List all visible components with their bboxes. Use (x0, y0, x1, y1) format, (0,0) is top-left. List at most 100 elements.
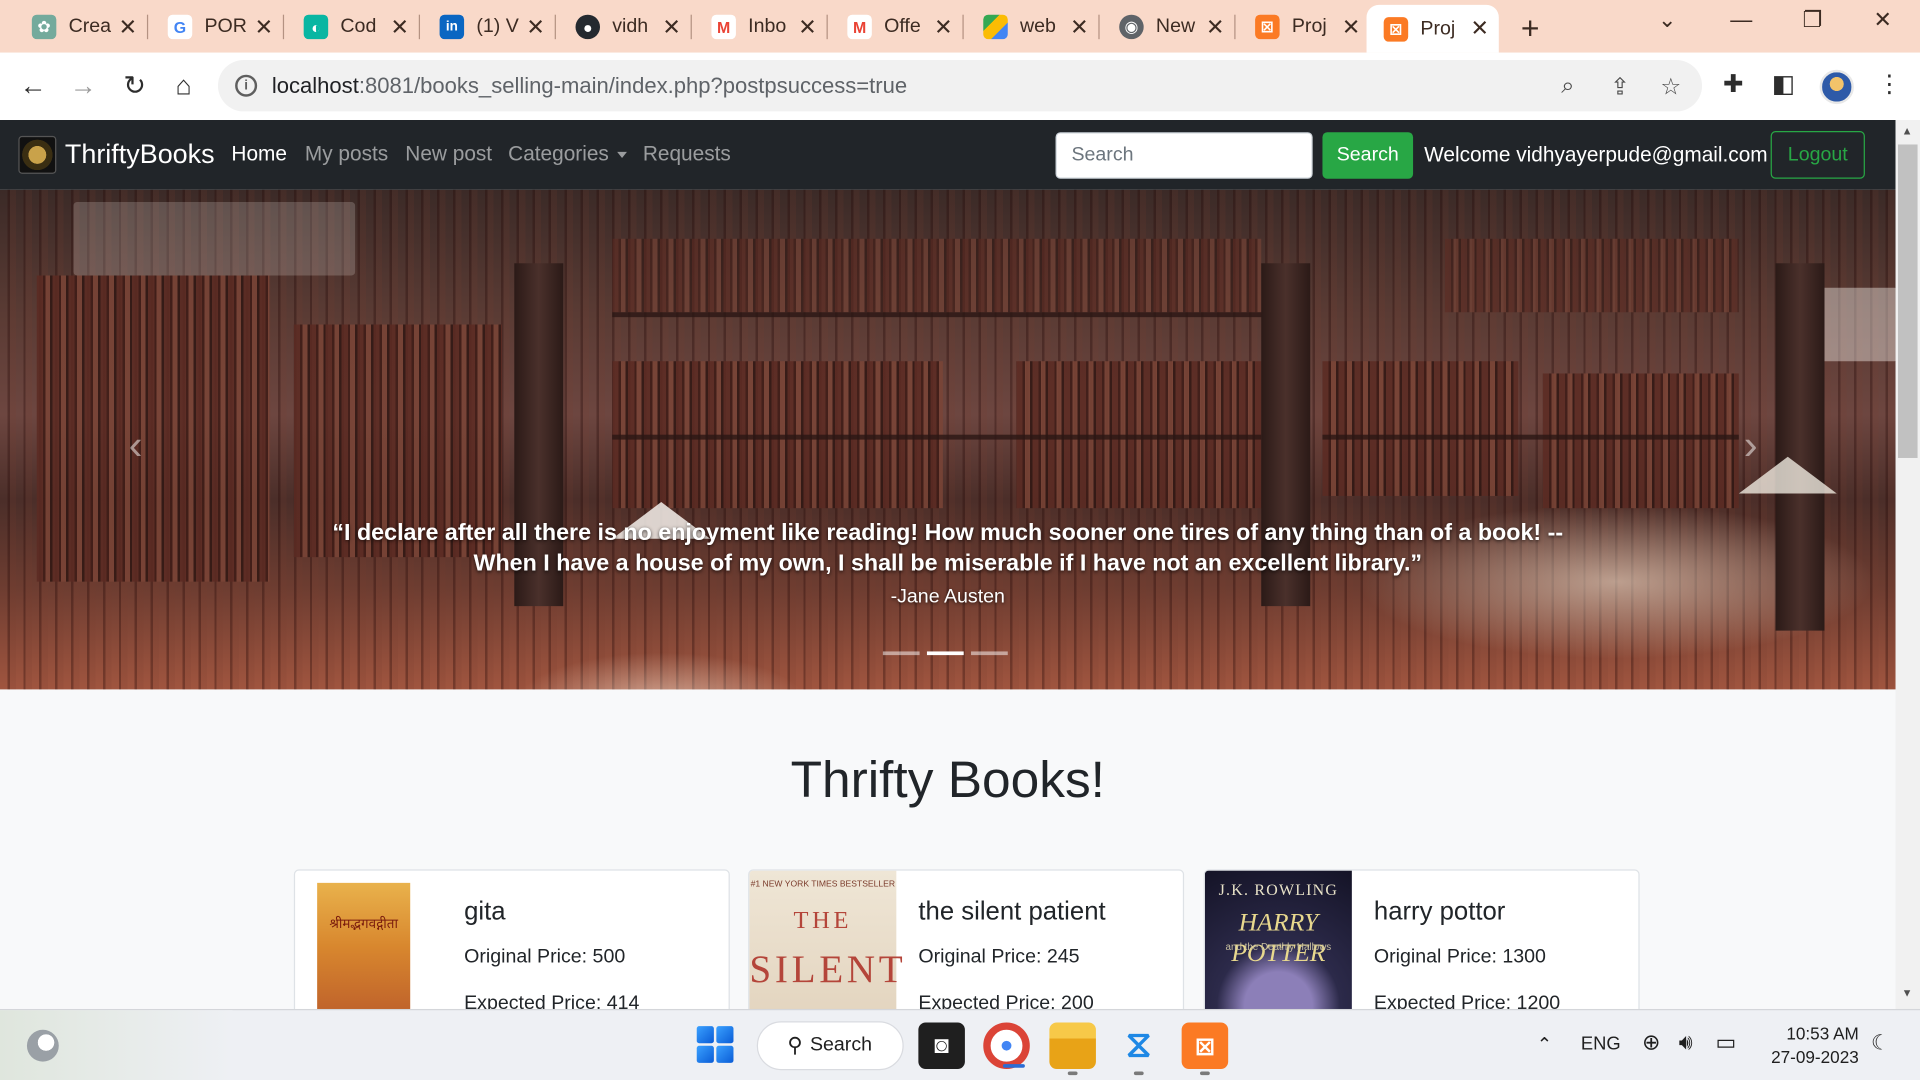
book-cover-image[interactable]: J.K. ROWLING HARRY POTTER and the Deathl… (1204, 870, 1352, 1028)
nav-home[interactable]: Home (231, 142, 287, 166)
site-search-input[interactable] (1055, 132, 1313, 179)
google-icon: G (167, 14, 193, 40)
search-icon: ⚲ (787, 1033, 803, 1057)
vscode-app-icon[interactable]: ⧖ (1116, 1022, 1163, 1076)
codeium-icon: ◐ (303, 14, 329, 40)
new-tab-icon[interactable]: + (1521, 10, 1540, 48)
gmail-icon: M (711, 14, 736, 40)
close-tab-icon[interactable]: ✕ (391, 14, 409, 40)
close-tab-icon[interactable]: ✕ (119, 14, 137, 40)
brand-name[interactable]: ThriftyBooks (65, 138, 215, 170)
taskbar-search[interactable]: ⚲ Search (756, 1021, 904, 1071)
browser-tab[interactable]: ● vidh ✕ (558, 5, 692, 49)
browser-tab[interactable]: M Inbo ✕ (694, 5, 828, 49)
logout-button[interactable]: Logout (1770, 131, 1865, 179)
profile-avatar[interactable] (1819, 69, 1854, 105)
carousel-indicator[interactable] (971, 651, 1008, 656)
chevron-up-icon[interactable]: ⌃ (1537, 1033, 1552, 1056)
close-tab-icon[interactable]: ✕ (662, 14, 680, 40)
nav-categories-dropdown[interactable]: Categories (508, 142, 628, 166)
book-cover-image[interactable]: श्रीमद्भगवद्गीता (317, 882, 411, 1028)
browser-tab[interactable]: ◐ Cod ✕ (287, 5, 421, 49)
battery-icon[interactable]: ▭ (1716, 1030, 1737, 1056)
tab-title: POR (204, 15, 247, 37)
book-card[interactable]: श्रीमद्भगवद्गीता gita Original Price: 50… (293, 869, 730, 1029)
google-drive-icon (983, 14, 1008, 40)
forward-icon[interactable]: → (65, 67, 102, 104)
menu-kebab-icon[interactable]: ⋮ (1877, 69, 1901, 100)
language-indicator[interactable]: ENG (1581, 1033, 1621, 1054)
close-tab-icon[interactable]: ✕ (526, 14, 544, 40)
site-info-icon[interactable]: i (235, 74, 258, 97)
browser-tab[interactable]: ◉ New ✕ (1102, 5, 1236, 49)
close-tab-icon[interactable]: ✕ (1342, 14, 1360, 40)
widgets-area[interactable] (0, 1010, 233, 1080)
scroll-down-arrow-icon[interactable]: ▼ (1902, 987, 1913, 999)
xampp-app-icon[interactable]: ⊠ (1181, 1022, 1229, 1076)
original-price: Original Price: 500 (464, 946, 626, 968)
back-icon[interactable]: ← (15, 67, 52, 104)
side-panel-icon[interactable]: ◧ (1772, 69, 1795, 100)
bookmark-star-icon[interactable]: ☆ (1660, 73, 1681, 101)
nav-requests[interactable]: Requests (643, 142, 731, 166)
screen-recorder-app-icon[interactable]: ◙ (918, 1022, 965, 1069)
address-bar[interactable]: i localhost:8081/books_selling-main/inde… (217, 60, 1703, 112)
close-tab-icon[interactable]: ✕ (1471, 16, 1489, 42)
volume-icon[interactable]: 🔊︎ (1679, 1030, 1693, 1056)
windows-taskbar: ⚲ Search ◙ ⧖ ⊠ ⌃ ENG ⊕ 🔊︎ ▭ 10:53 AM 27-… (0, 1008, 1920, 1080)
browser-tab[interactable]: web ✕ (966, 5, 1100, 49)
cover-title-text: SILENT (749, 946, 907, 991)
weather-icon[interactable] (26, 1029, 59, 1062)
url-text[interactable]: localhost:8081/books_selling-main/index.… (272, 73, 907, 99)
browser-tab[interactable]: ✿ Crea ✕ (15, 5, 149, 49)
quote-line: When I have a house of my own, I shall b… (473, 551, 1423, 577)
zoom-icon[interactable]: ⌕ (1561, 73, 1574, 100)
page-scrollbar[interactable]: ▲ ▼ (1895, 120, 1920, 1009)
browser-tab-active[interactable]: ⊠ Proj ✕ (1366, 4, 1499, 53)
site-logo[interactable] (18, 135, 57, 174)
close-tab-icon[interactable]: ✕ (1070, 14, 1088, 40)
browser-toolbar: ← → ↻ ⌂ i localhost:8081/books_selling-m… (0, 52, 1920, 121)
file-explorer-app-icon[interactable] (1049, 1022, 1096, 1076)
scrollbar-thumb[interactable] (1897, 144, 1918, 458)
close-tab-icon[interactable]: ✕ (1206, 14, 1224, 40)
browser-tab[interactable]: in (1) V ✕ (422, 5, 556, 49)
browser-tab[interactable]: ⊠ Proj ✕ (1238, 5, 1370, 49)
chrome-app-icon[interactable] (983, 1022, 1030, 1069)
gmail-icon: M (847, 14, 872, 40)
network-globe-icon[interactable]: ⊕ (1642, 1030, 1660, 1056)
book-card[interactable]: J.K. ROWLING HARRY POTTER and the Deathl… (1203, 869, 1640, 1029)
home-icon[interactable]: ⌂ (165, 67, 202, 104)
notification-moon-icon[interactable]: ☾ (1871, 1031, 1890, 1055)
system-clock[interactable]: 10:53 AM 27-09-2023 (1753, 1022, 1859, 1069)
categories-label: Categories (508, 142, 609, 166)
cover-banner-text: #1 NEW YORK TIMES BESTSELLER (750, 880, 896, 889)
close-window-icon[interactable]: ✕ (1873, 7, 1891, 33)
carousel-indicator-active[interactable] (926, 651, 964, 656)
tab-title: vidh (612, 15, 649, 37)
nav-new-post[interactable]: New post (405, 142, 492, 166)
carousel-next-icon[interactable]: › (1744, 422, 1758, 470)
tab-search-icon[interactable]: ⌄ (1658, 7, 1676, 33)
book-card[interactable]: #1 NEW YORK TIMES BESTSELLER THE SILENT … (748, 869, 1185, 1029)
carousel-prev-icon[interactable]: ‹ (129, 422, 143, 470)
scroll-up-arrow-icon[interactable]: ▲ (1902, 125, 1913, 137)
browser-tab[interactable]: M Offe ✕ (830, 5, 964, 49)
restore-icon[interactable]: ❐ (1802, 7, 1822, 33)
tab-title: Proj (1420, 17, 1456, 39)
minimize-icon[interactable]: — (1730, 7, 1752, 33)
share-icon[interactable]: ⇪ (1610, 73, 1629, 101)
reload-icon[interactable]: ↻ (116, 67, 153, 104)
start-button-icon[interactable] (696, 1026, 734, 1063)
extensions-icon[interactable]: ✚ (1723, 69, 1744, 100)
close-tab-icon[interactable]: ✕ (934, 14, 952, 40)
close-tab-icon[interactable]: ✕ (255, 14, 273, 40)
close-tab-icon[interactable]: ✕ (798, 14, 816, 40)
site-search-button[interactable]: Search (1322, 132, 1414, 179)
tab-title: Proj (1291, 15, 1327, 37)
carousel-indicator[interactable] (882, 651, 920, 656)
browser-tab[interactable]: G POR ✕ (151, 5, 285, 49)
book-cover-image[interactable]: #1 NEW YORK TIMES BESTSELLER THE SILENT (749, 870, 907, 1028)
cover-title-text: THE (793, 907, 853, 935)
nav-my-posts[interactable]: My posts (305, 142, 388, 166)
